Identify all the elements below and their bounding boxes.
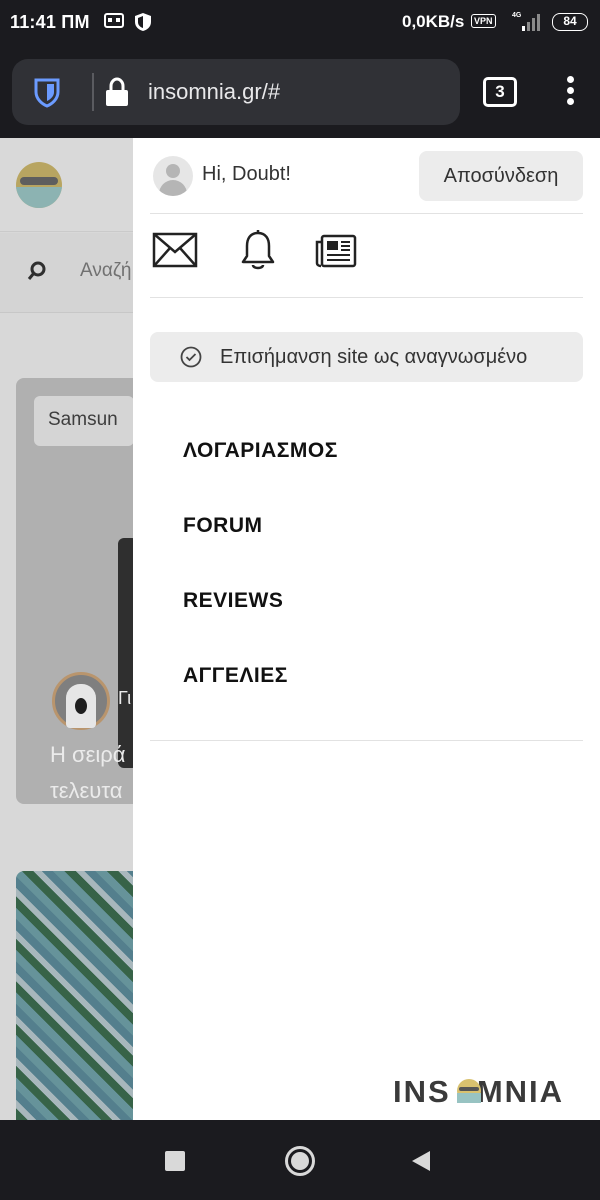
tabs-button[interactable]: 3 bbox=[483, 77, 517, 107]
browser-toolbar: insomnia.gr/# 3 bbox=[0, 46, 600, 138]
user-avatar-icon[interactable] bbox=[153, 156, 193, 196]
logout-button[interactable]: Αποσύνδεση bbox=[419, 151, 583, 201]
system-nav-bar bbox=[0, 1120, 600, 1200]
shield-status-icon bbox=[135, 13, 151, 31]
check-circle-icon bbox=[180, 346, 202, 368]
nav-item-account[interactable]: ΛΟΓΑΡΙΑΣΜΟΣ bbox=[183, 439, 338, 463]
insomnia-logo[interactable]: INSOMNIA bbox=[393, 1072, 583, 1108]
user-drawer: Hi, Doubt! Αποσύνδεση Επισήμανση site ως… bbox=[133, 138, 600, 1120]
lock-icon bbox=[106, 77, 128, 106]
url-text[interactable]: insomnia.gr/# bbox=[148, 79, 280, 105]
back-icon[interactable] bbox=[410, 1149, 432, 1173]
bitwarden-shield-icon[interactable] bbox=[32, 78, 62, 108]
nav-item-classifieds[interactable]: ΑΓΓΕΛΙΕΣ bbox=[183, 664, 288, 688]
mark-site-read-label: Επισήμανση site ως αναγνωσμένο bbox=[220, 346, 528, 368]
newspaper-icon[interactable] bbox=[315, 234, 357, 268]
network-type: 4G bbox=[512, 12, 522, 19]
mark-site-read-button[interactable]: Επισήμανση site ως αναγνωσμένο bbox=[150, 332, 583, 382]
status-bar: 11:41 ΠΜ 0,0KB/s VPN 4G 84 bbox=[0, 0, 600, 46]
address-divider bbox=[92, 73, 94, 111]
clock: 11:41 ΠΜ bbox=[10, 12, 90, 32]
home-icon[interactable] bbox=[285, 1146, 315, 1176]
divider bbox=[150, 213, 583, 214]
recents-icon[interactable] bbox=[165, 1151, 185, 1171]
mail-icon[interactable] bbox=[152, 232, 198, 268]
divider bbox=[150, 740, 583, 741]
user-greeting: Hi, Doubt! bbox=[202, 163, 291, 185]
divider bbox=[150, 297, 583, 298]
network-speed: 0,0KB/s bbox=[402, 12, 465, 31]
nav-item-reviews[interactable]: REVIEWS bbox=[183, 589, 283, 613]
address-bar[interactable]: insomnia.gr/# bbox=[12, 59, 460, 125]
more-vertical-icon[interactable] bbox=[560, 76, 580, 110]
bell-icon[interactable] bbox=[239, 229, 277, 271]
vpn-badge: VPN bbox=[471, 14, 496, 28]
vr-headset-icon bbox=[104, 13, 124, 28]
battery-icon: 84 bbox=[552, 13, 588, 31]
signal-icon: 4G bbox=[512, 12, 540, 31]
nav-item-forum[interactable]: FORUM bbox=[183, 514, 263, 538]
